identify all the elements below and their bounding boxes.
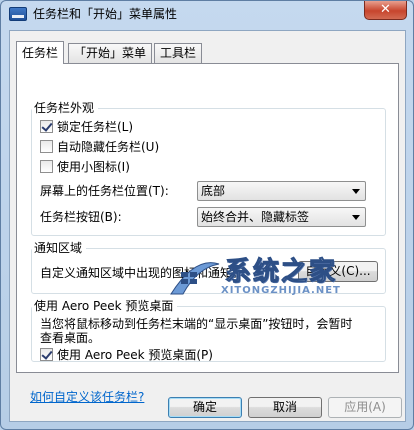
dialog-window: 任务栏和「开始」菜单属性 ✕ 任务栏 「开始」菜单 工具栏 任务栏外观 锁定任务… xyxy=(0,0,414,430)
close-button[interactable]: ✕ xyxy=(364,1,407,20)
dropdown-arrow-icon xyxy=(352,189,360,194)
taskbar-position-select[interactable]: 底部 xyxy=(197,181,366,201)
dialog-client: 任务栏 「开始」菜单 工具栏 任务栏外观 锁定任务栏(L) 自动隐藏任务栏(U)… xyxy=(9,30,406,422)
checkbox-checked-icon xyxy=(40,348,53,361)
small-icons-label: 使用小图标(I) xyxy=(57,160,130,174)
lock-taskbar-checkbox[interactable]: 锁定任务栏(L) xyxy=(40,119,133,135)
customize-notifications-button[interactable]: 自定义(C)... xyxy=(298,261,378,282)
group-taskbar-appearance: 任务栏外观 锁定任务栏(L) 自动隐藏任务栏(U) 使用小图标(I) 屏幕上的任… xyxy=(31,99,386,236)
help-link[interactable]: 如何自定义该任务栏? xyxy=(30,388,144,405)
group-title-aero-peek: 使用 Aero Peek 预览桌面 xyxy=(32,297,178,315)
apply-button[interactable]: 应用(A) xyxy=(328,397,402,418)
group-title-notification: 通知区域 xyxy=(32,239,87,257)
small-icons-checkbox[interactable]: 使用小图标(I) xyxy=(40,159,130,175)
dropdown-arrow-icon xyxy=(352,215,360,220)
aero-peek-checkbox-label: 使用 Aero Peek 预览桌面(P) xyxy=(57,348,213,362)
tab-start-menu[interactable]: 「开始」菜单 xyxy=(68,43,153,63)
tab-taskbar[interactable]: 任务栏 xyxy=(16,41,65,64)
tab-toolbars[interactable]: 工具栏 xyxy=(154,43,203,63)
group-notification-area: 通知区域 自定义通知区域中出现的图标和通知。 自定义(C)... xyxy=(31,239,386,294)
cancel-button[interactable]: 取消 xyxy=(248,397,322,418)
group-title-appearance: 任务栏外观 xyxy=(32,99,99,117)
window-title: 任务栏和「开始」菜单属性 xyxy=(33,7,178,21)
taskbar-buttons-select[interactable]: 始终合并、隐藏标签 xyxy=(197,207,366,227)
group-aero-peek: 使用 Aero Peek 预览桌面 当您将鼠标移动到任务栏末端的“显示桌面”按钮… xyxy=(31,297,386,363)
checkbox-checked-icon xyxy=(40,120,53,133)
aero-peek-description-line1: 当您将鼠标移动到任务栏末端的“显示桌面”按钮时，会暂时 xyxy=(40,317,353,331)
autohide-taskbar-label: 自动隐藏任务栏(U) xyxy=(57,140,160,154)
checkbox-unchecked-icon xyxy=(40,140,53,153)
checkbox-unchecked-icon xyxy=(40,160,53,173)
aero-peek-description-line2: 查看桌面。 xyxy=(40,331,101,345)
autohide-taskbar-checkbox[interactable]: 自动隐藏任务栏(U) xyxy=(40,139,159,155)
taskbar-position-value: 底部 xyxy=(201,184,226,198)
taskbar-position-label: 屏幕上的任务栏位置(T): xyxy=(40,184,169,198)
lock-taskbar-label: 锁定任务栏(L) xyxy=(57,120,134,134)
notification-description: 自定义通知区域中出现的图标和通知。 xyxy=(40,266,245,280)
taskbar-app-icon xyxy=(9,7,27,21)
aero-peek-checkbox[interactable]: 使用 Aero Peek 预览桌面(P) xyxy=(40,347,213,363)
ok-button[interactable]: 确定 xyxy=(168,397,242,418)
taskbar-buttons-value: 始终合并、隐藏标签 xyxy=(201,210,310,224)
taskbar-buttons-label: 任务栏按钮(B): xyxy=(40,210,122,224)
tab-panel-taskbar: 任务栏外观 锁定任务栏(L) 自动隐藏任务栏(U) 使用小图标(I) 屏幕上的任… xyxy=(16,63,399,373)
